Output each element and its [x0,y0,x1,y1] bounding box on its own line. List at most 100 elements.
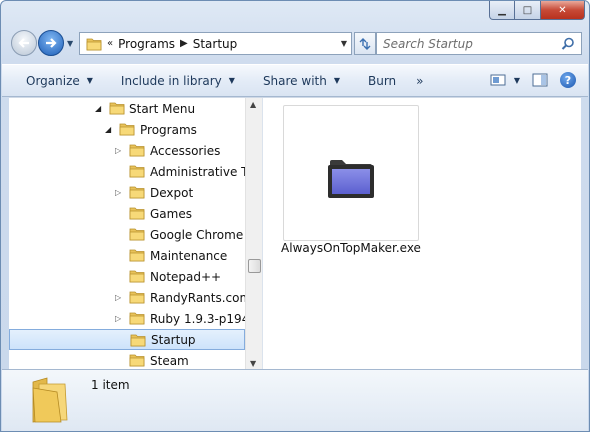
folder-icon [129,354,145,367]
folder-icon [129,312,145,325]
breadcrumb-startup[interactable]: Startup [193,37,238,51]
search-icon[interactable] [561,37,575,51]
scroll-down-icon[interactable]: ▼ [250,359,256,368]
tree-item-label: RandyRants.com [150,290,252,305]
file-name[interactable]: AlwaysOnTopMaker.exe [263,241,439,255]
close-button[interactable]: ✕ [541,1,585,20]
tree-item-label: Accessories [150,143,221,158]
tree-item[interactable]: Google Chrome [9,224,245,245]
tree-item[interactable]: Startup [9,329,245,350]
preview-pane-icon[interactable] [532,73,548,87]
chevron-down-icon: ▼ [513,75,520,85]
tree-item[interactable]: Administrative To [9,161,254,182]
more-commands-button[interactable]: » [406,65,433,96]
expander-icon[interactable]: ▷ [115,188,121,197]
command-bar: Organize ▼ Include in library ▼ Share with… [2,64,588,97]
item-count: 1 item [91,378,130,392]
tree-item-label: Ruby 1.9.3-p194 [150,311,250,326]
expander-icon[interactable]: ▷ [115,146,121,155]
tree-item[interactable]: Maintenance [9,245,245,266]
back-button[interactable] [11,30,37,56]
burn-button[interactable]: Burn [358,65,406,96]
caption-buttons: ▁ □ ✕ [489,1,585,20]
breadcrumb-separator-icon[interactable]: ▶ [180,38,188,49]
explorer-window: ▁ □ ✕ ▼ « Programs ▶ Startup ▼ Search St… [0,0,590,432]
tree-item[interactable]: ◢ Programs [9,119,245,140]
scrollbar-thumb[interactable] [248,259,261,273]
expander-icon[interactable]: ▷ [115,314,121,323]
tree-item-label: Maintenance [150,248,228,263]
scroll-up-icon[interactable]: ▲ [250,100,256,109]
address-dropdown-icon[interactable]: ▼ [341,39,347,48]
dropdown-arrow-icon: ▼ [333,76,340,85]
file-thumbnail[interactable] [283,105,419,241]
tree-item[interactable]: ▷ Dexpot [9,182,245,203]
tree-item-label: Notepad++ [150,269,222,284]
application-icon [328,160,374,198]
tree-item[interactable]: ▷ Accessories [9,140,245,161]
folder-icon [109,102,125,115]
refresh-icon [359,37,371,50]
share-with-menu[interactable]: Share with ▼ [253,65,350,96]
main-area: ◢ Start Menu ◢ Programs ▷ Accessories Administ… [9,97,581,370]
folder-icon [32,377,68,423]
forward-arrow-icon [46,38,57,48]
organize-label: Organize [26,73,80,88]
folder-icon [119,123,135,136]
breadcrumb-overflow[interactable]: « [107,38,113,49]
tree-item-label: Games [150,206,192,221]
expander-icon[interactable]: ◢ [105,125,111,134]
tree-item-label: Steam [150,353,189,368]
view-controls: ▼ ? [490,72,576,88]
tree-item[interactable]: ◢ Start Menu [9,98,245,119]
include-in-library-menu[interactable]: Include in library ▼ [111,65,245,96]
share-with-label: Share with [262,73,327,88]
expander-icon[interactable]: ◢ [95,104,101,113]
folder-icon [129,291,145,304]
tree-item-label: Administrative To [150,164,254,179]
navigation-tree: ◢ Start Menu ◢ Programs ▷ Accessories Administ… [9,98,262,370]
refresh-button[interactable] [354,32,376,55]
tree-scrollbar[interactable]: ▲ ▼ [245,98,262,370]
folder-icon [129,228,145,241]
breadcrumb-programs[interactable]: Programs [118,37,175,51]
organize-menu[interactable]: Organize ▼ [2,65,103,96]
expander-icon[interactable]: ▷ [115,293,121,302]
maximize-button[interactable]: □ [515,1,541,20]
forward-button[interactable] [38,30,64,56]
folder-icon [129,207,145,220]
folder-icon [86,38,102,50]
tree-item-label: Google Chrome [150,227,244,242]
minimize-icon: ▁ [498,4,506,16]
dropdown-arrow-icon: ▼ [86,76,93,85]
tree-item[interactable]: ▷ RandyRants.com [9,287,251,308]
maximize-icon: □ [522,4,533,16]
minimize-button[interactable]: ▁ [489,1,515,20]
tree-item-label: Start Menu [129,101,196,116]
change-view-button[interactable]: ▼ [490,73,520,87]
folder-icon [129,144,145,157]
file-list: AlwaysOnTopMaker.exe [263,98,581,370]
tree-item[interactable]: Steam [9,350,245,370]
folder-icon [129,249,145,262]
folder-icon [129,270,145,283]
navigation-bar: ▼ « Programs ▶ Startup ▼ Search Startup [9,29,582,59]
tree-item-label: Programs [140,122,197,137]
recent-pages-dropdown[interactable]: ▼ [67,39,73,48]
search-input[interactable]: Search Startup [383,37,473,51]
burn-label: Burn [368,73,397,88]
view-icon [490,74,506,86]
more-commands-label: » [416,73,424,88]
search-box[interactable]: Search Startup [376,32,582,55]
folder-icon [130,334,146,347]
folder-icon [129,165,145,178]
details-pane: 1 item [2,369,588,431]
address-bar[interactable]: « Programs ▶ Startup ▼ [79,32,352,55]
tree-item[interactable]: ▷ Ruby 1.9.3-p194 [9,308,249,329]
help-icon[interactable]: ? [560,72,576,88]
tree-item[interactable]: Notepad++ [9,266,245,287]
tree-item-label: Dexpot [150,185,194,200]
back-arrow-icon [18,38,29,48]
tree-item[interactable]: Games [9,203,245,224]
close-icon: ✕ [558,4,567,16]
